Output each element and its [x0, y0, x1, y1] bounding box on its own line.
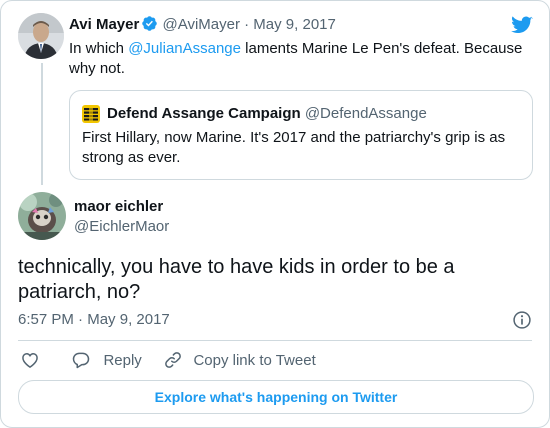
parent-text-line2: why not. — [69, 60, 125, 77]
reply-icon — [71, 350, 91, 370]
mention-julian-assange[interactable]: @JulianAssange — [128, 40, 241, 57]
thread-connector-line — [41, 63, 43, 185]
quoted-tweet[interactable]: Defend Assange Campaign @DefendAssange F… — [69, 90, 533, 180]
main-time[interactable]: 6:57 PM — [18, 311, 74, 328]
defend-assange-avatar — [82, 105, 100, 123]
parent-separator: · — [244, 16, 250, 33]
main-timestamp[interactable]: 6:57 PM · May 9, 2017 — [18, 310, 170, 330]
quoted-text-line1: First Hillary, now Marine. It's 2017 and… — [82, 129, 506, 146]
main-author-name[interactable]: maor eichler — [74, 197, 169, 217]
quoted-tweet-text: First Hillary, now Marine. It's 2017 and… — [82, 128, 528, 168]
copy-link-label: Copy link to Tweet — [193, 351, 316, 369]
avi-mayer-avatar[interactable] — [18, 13, 64, 59]
main-date[interactable]: May 9, 2017 — [87, 311, 170, 328]
copy-link-icon — [163, 350, 183, 370]
main-tweet-author: maor eichler @EichlerMaor — [74, 197, 169, 237]
main-separator: · — [78, 311, 84, 328]
parent-handle[interactable]: @AviMayer — [162, 16, 239, 33]
verified-badge-icon — [141, 15, 158, 38]
twitter-bird-icon[interactable] — [511, 16, 533, 40]
main-text-line2: patriarch, no? — [18, 281, 141, 303]
parent-date[interactable]: May 9, 2017 — [253, 16, 336, 33]
info-icon[interactable] — [512, 310, 532, 330]
parent-text-prefix: In which — [69, 40, 129, 57]
main-text-line1: technically, you have to have kids in or… — [18, 256, 455, 278]
embedded-tweet-card: Avi Mayer @AviMayer · May 9, 2017 In whi… — [0, 0, 550, 428]
explore-twitter-button[interactable]: Explore what's happening on Twitter — [18, 380, 534, 414]
main-tweet-text: technically, you have to have kids in or… — [18, 255, 538, 305]
parent-author-name[interactable]: Avi Mayer — [69, 16, 139, 33]
quoted-text-line2: strong as ever. — [82, 149, 181, 166]
actions-divider — [18, 340, 532, 341]
like-button[interactable] — [20, 350, 40, 370]
reply-label: Reply — [103, 351, 142, 369]
explore-label: Explore what's happening on Twitter — [154, 389, 398, 405]
quoted-tweet-header: Defend Assange Campaign @DefendAssange — [107, 104, 427, 124]
quoted-handle: @DefendAssange — [304, 105, 427, 122]
parent-text-line1: laments Marine Le Pen's defeat. Because — [241, 40, 523, 57]
parent-tweet-header: Avi Mayer @AviMayer · May 9, 2017 — [69, 15, 336, 38]
maor-eichler-avatar[interactable] — [18, 192, 66, 240]
quoted-author-name: Defend Assange Campaign — [107, 105, 301, 122]
heart-icon — [20, 350, 40, 370]
copy-link-button[interactable]: Copy link to Tweet — [163, 350, 316, 370]
parent-tweet-text: In which @JulianAssange laments Marine L… — [69, 39, 539, 79]
main-handle[interactable]: @EichlerMaor — [74, 217, 169, 237]
reply-button[interactable]: Reply — [71, 350, 142, 370]
